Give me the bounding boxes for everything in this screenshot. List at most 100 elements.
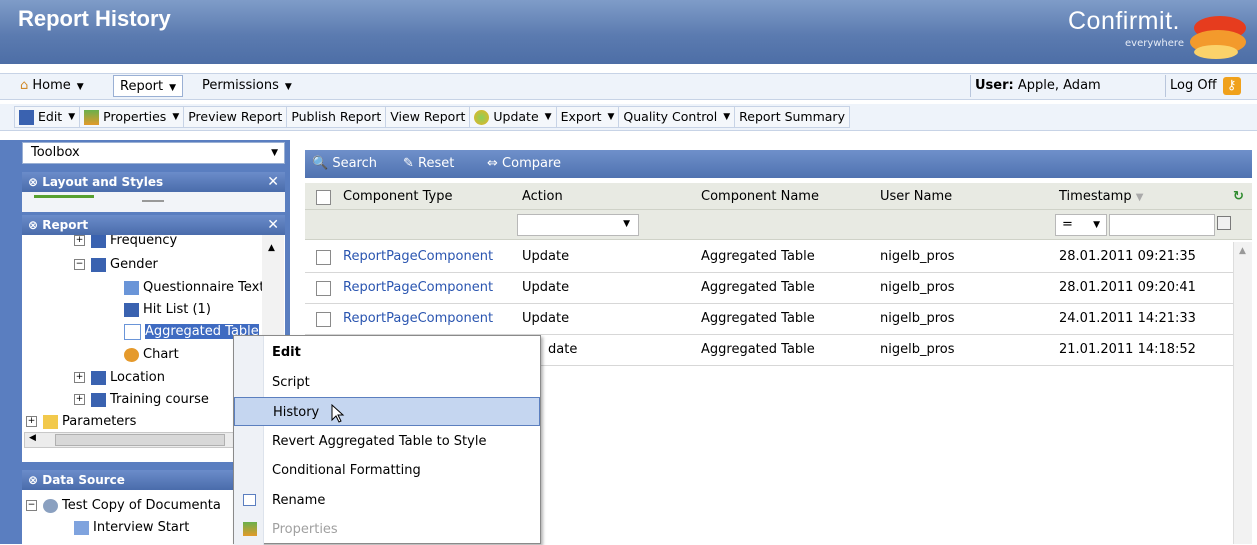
scroll-thumb[interactable] xyxy=(55,434,225,446)
close-icon[interactable]: ✕ xyxy=(267,172,279,192)
pane-splitter[interactable] xyxy=(6,300,16,544)
export-button[interactable]: Export ▼ xyxy=(557,106,620,128)
report-panel-header[interactable]: ⊗ Report ✕ xyxy=(22,215,285,235)
menu-home[interactable]: ⌂ Home ▼ xyxy=(14,75,90,97)
scroll-left-icon[interactable]: ◀ xyxy=(29,433,36,443)
column-action[interactable]: Action xyxy=(522,183,563,210)
tree-item-training-course[interactable]: + Training course xyxy=(74,390,209,410)
tree-item-chart[interactable]: Chart xyxy=(124,345,179,365)
database-icon xyxy=(43,498,58,513)
hit-list-icon xyxy=(124,302,139,317)
menu-report[interactable]: Report ▼ xyxy=(113,75,184,97)
chevron-down-icon: ▼ xyxy=(271,148,278,158)
scroll-up-icon[interactable]: ▲ xyxy=(1239,246,1246,256)
context-menu-item-history[interactable]: History xyxy=(234,397,540,426)
quality-control-button[interactable]: Quality Control ▼ xyxy=(619,106,736,128)
tree-horizontal-scrollbar[interactable]: ◀ xyxy=(24,432,262,448)
select-all-checkbox[interactable] xyxy=(316,190,331,205)
table-row[interactable]: ReportPageComponent Update Aggregated Ta… xyxy=(305,304,1233,335)
expand-icon[interactable]: + xyxy=(74,394,85,405)
page-title: Report History xyxy=(18,6,171,31)
layout-styles-panel-header[interactable]: ⊗ Layout and Styles ✕ xyxy=(22,172,285,192)
table-row[interactable]: ReportPageComponent Update Aggregated Ta… xyxy=(305,273,1233,304)
tree-item-test-copy[interactable]: − Test Copy of Documenta xyxy=(26,496,221,516)
action-filter-select[interactable]: ▼ xyxy=(517,214,639,236)
report-summary-button[interactable]: Report Summary xyxy=(735,106,849,128)
table-row[interactable]: ReportPageComponent Update Aggregated Ta… xyxy=(305,242,1233,273)
search-button[interactable]: 🔍 Search xyxy=(312,154,377,174)
collapse-icon[interactable]: − xyxy=(26,500,37,511)
scroll-up-icon[interactable]: ▲ xyxy=(268,243,275,253)
timestamp-filter-input[interactable] xyxy=(1109,214,1215,236)
expand-icon[interactable]: + xyxy=(26,416,37,427)
context-menu-item-properties[interactable]: Properties xyxy=(234,515,540,544)
context-menu-item-script[interactable]: Script xyxy=(234,368,540,397)
properties-icon xyxy=(243,522,257,536)
chart-table-icon xyxy=(91,257,106,272)
chevron-down-icon: ▼ xyxy=(1093,220,1100,230)
compare-button[interactable]: ⇔ Compare xyxy=(487,154,561,174)
collapse-icon[interactable]: − xyxy=(74,259,85,270)
preview-report-button[interactable]: Preview Report xyxy=(184,106,288,128)
menu-permissions[interactable]: Permissions ▼ xyxy=(196,75,298,97)
edit-report-icon xyxy=(19,109,34,125)
expand-icon[interactable]: + xyxy=(74,372,85,383)
view-report-button[interactable]: View Report xyxy=(386,106,471,128)
tree-item-interview-start[interactable]: Interview Start xyxy=(74,518,189,538)
tree-item-questionnaire-text[interactable]: Questionnaire Text xyxy=(124,278,264,298)
context-menu-item-revert-style[interactable]: Revert Aggregated Table to Style xyxy=(234,427,540,456)
context-menu-item-edit[interactable]: Edit xyxy=(234,338,540,367)
compare-icon: ⇔ xyxy=(487,156,498,171)
column-timestamp[interactable]: Timestamp ▼ xyxy=(1059,183,1143,210)
update-button[interactable]: Update ▼ xyxy=(470,106,557,128)
home-icon: ⌂ xyxy=(20,78,29,93)
column-component-type[interactable]: Component Type xyxy=(343,183,452,210)
tree-item-hit-list[interactable]: Hit List (1) xyxy=(124,300,211,320)
context-menu-item-conditional-formatting[interactable]: Conditional Formatting xyxy=(234,456,540,485)
eraser-icon: ✎ xyxy=(403,156,414,171)
column-component-name[interactable]: Component Name xyxy=(701,183,819,210)
edit-button[interactable]: Edit ▼ xyxy=(15,106,81,128)
key-icon: ⚷ xyxy=(1222,77,1241,95)
column-user-name[interactable]: User Name xyxy=(880,183,952,210)
publish-report-button[interactable]: Publish Report xyxy=(287,106,387,128)
mouse-cursor-icon xyxy=(331,404,345,423)
chevron-down-icon: ▼ xyxy=(169,83,177,93)
tree-item-gender[interactable]: − Gender xyxy=(74,255,158,275)
chevron-down-icon: ▼ xyxy=(284,82,292,92)
confirmit-logo-icon xyxy=(1190,16,1246,59)
tree-item-location[interactable]: + Location xyxy=(74,368,165,388)
row-checkbox[interactable] xyxy=(316,312,331,327)
interview-start-icon xyxy=(74,520,89,535)
tree-item-parameters[interactable]: + Parameters xyxy=(26,412,136,432)
properties-icon xyxy=(84,109,100,125)
expand-icon[interactable]: + xyxy=(74,235,85,246)
text-component-icon xyxy=(124,280,139,295)
resize-grip-icon[interactable] xyxy=(142,200,164,202)
close-icon[interactable]: ✕ xyxy=(267,215,279,235)
chevron-down-icon: ▼ xyxy=(607,112,615,122)
chevron-down-icon: ▼ xyxy=(76,82,84,92)
tree-item-frequency[interactable]: + Frequency xyxy=(74,235,177,251)
chevron-down-icon: ▼ xyxy=(68,112,76,122)
refresh-icon[interactable]: ↻ xyxy=(1233,183,1244,210)
row-checkbox[interactable] xyxy=(316,281,331,296)
collapse-icon: ⊗ xyxy=(28,473,39,487)
chevron-down-icon: ▼ xyxy=(623,219,630,229)
timestamp-operator-select[interactable]: = ▼ xyxy=(1055,214,1107,236)
chevron-down-icon: ▼ xyxy=(544,112,552,122)
update-icon xyxy=(474,109,490,125)
reset-button[interactable]: ✎ Reset xyxy=(403,154,454,174)
grid-vertical-scrollbar[interactable]: ▲ xyxy=(1233,242,1252,544)
context-menu-item-rename[interactable]: Rename xyxy=(234,486,540,515)
chart-table-icon xyxy=(91,370,106,385)
calendar-icon[interactable] xyxy=(1217,216,1231,230)
properties-button[interactable]: Properties ▼ xyxy=(80,106,185,128)
row-checkbox[interactable] xyxy=(316,250,331,265)
logoff-button[interactable]: Log Off ⚷ xyxy=(1170,75,1241,97)
toolbox-select[interactable]: Toolbox ▼ xyxy=(22,142,285,164)
chevron-down-icon: ▼ xyxy=(723,112,731,122)
context-menu: Edit Script History Revert Aggregated Ta… xyxy=(233,335,541,545)
column-header-row: Component Type Action Component Name Use… xyxy=(305,183,1252,210)
chevron-down-icon: ▼ xyxy=(172,112,180,122)
